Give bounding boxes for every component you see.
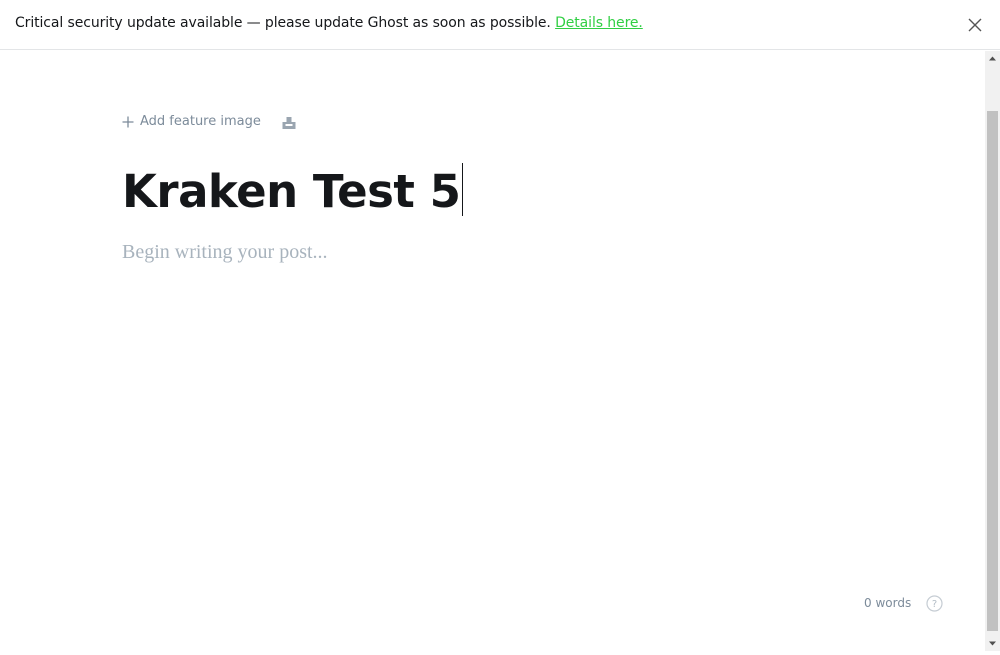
word-count: 0 words [864, 596, 912, 610]
post-title-text: Kraken Test 5 [122, 165, 461, 218]
close-icon[interactable] [966, 16, 984, 34]
banner-message: Critical security update available — ple… [15, 15, 551, 31]
post-title-input[interactable]: Kraken Test 5 [122, 163, 464, 218]
add-feature-image-button[interactable]: Add feature image [122, 114, 261, 129]
plus-icon [122, 116, 134, 128]
scrollbar-thumb[interactable] [987, 111, 998, 631]
question-circle-icon[interactable]: ? [926, 595, 943, 612]
scroll-up-icon[interactable] [985, 51, 1000, 66]
post-body-editor[interactable]: Begin writing your post... [122, 241, 328, 264]
details-link[interactable]: Details here. [555, 15, 643, 31]
vertical-scrollbar[interactable] [985, 51, 1000, 651]
text-caret [462, 163, 464, 216]
banner-text: Critical security update available — ple… [15, 15, 643, 31]
svg-text:?: ? [932, 599, 937, 610]
security-update-banner: Critical security update available — ple… [0, 0, 1000, 50]
feature-image-row: Add feature image [122, 114, 261, 129]
scroll-down-icon[interactable] [985, 636, 1000, 651]
card-icon[interactable] [282, 115, 296, 129]
add-feature-image-label: Add feature image [140, 114, 261, 129]
post-editor: Add feature image Kraken Test 5 Begin wr… [0, 51, 985, 651]
